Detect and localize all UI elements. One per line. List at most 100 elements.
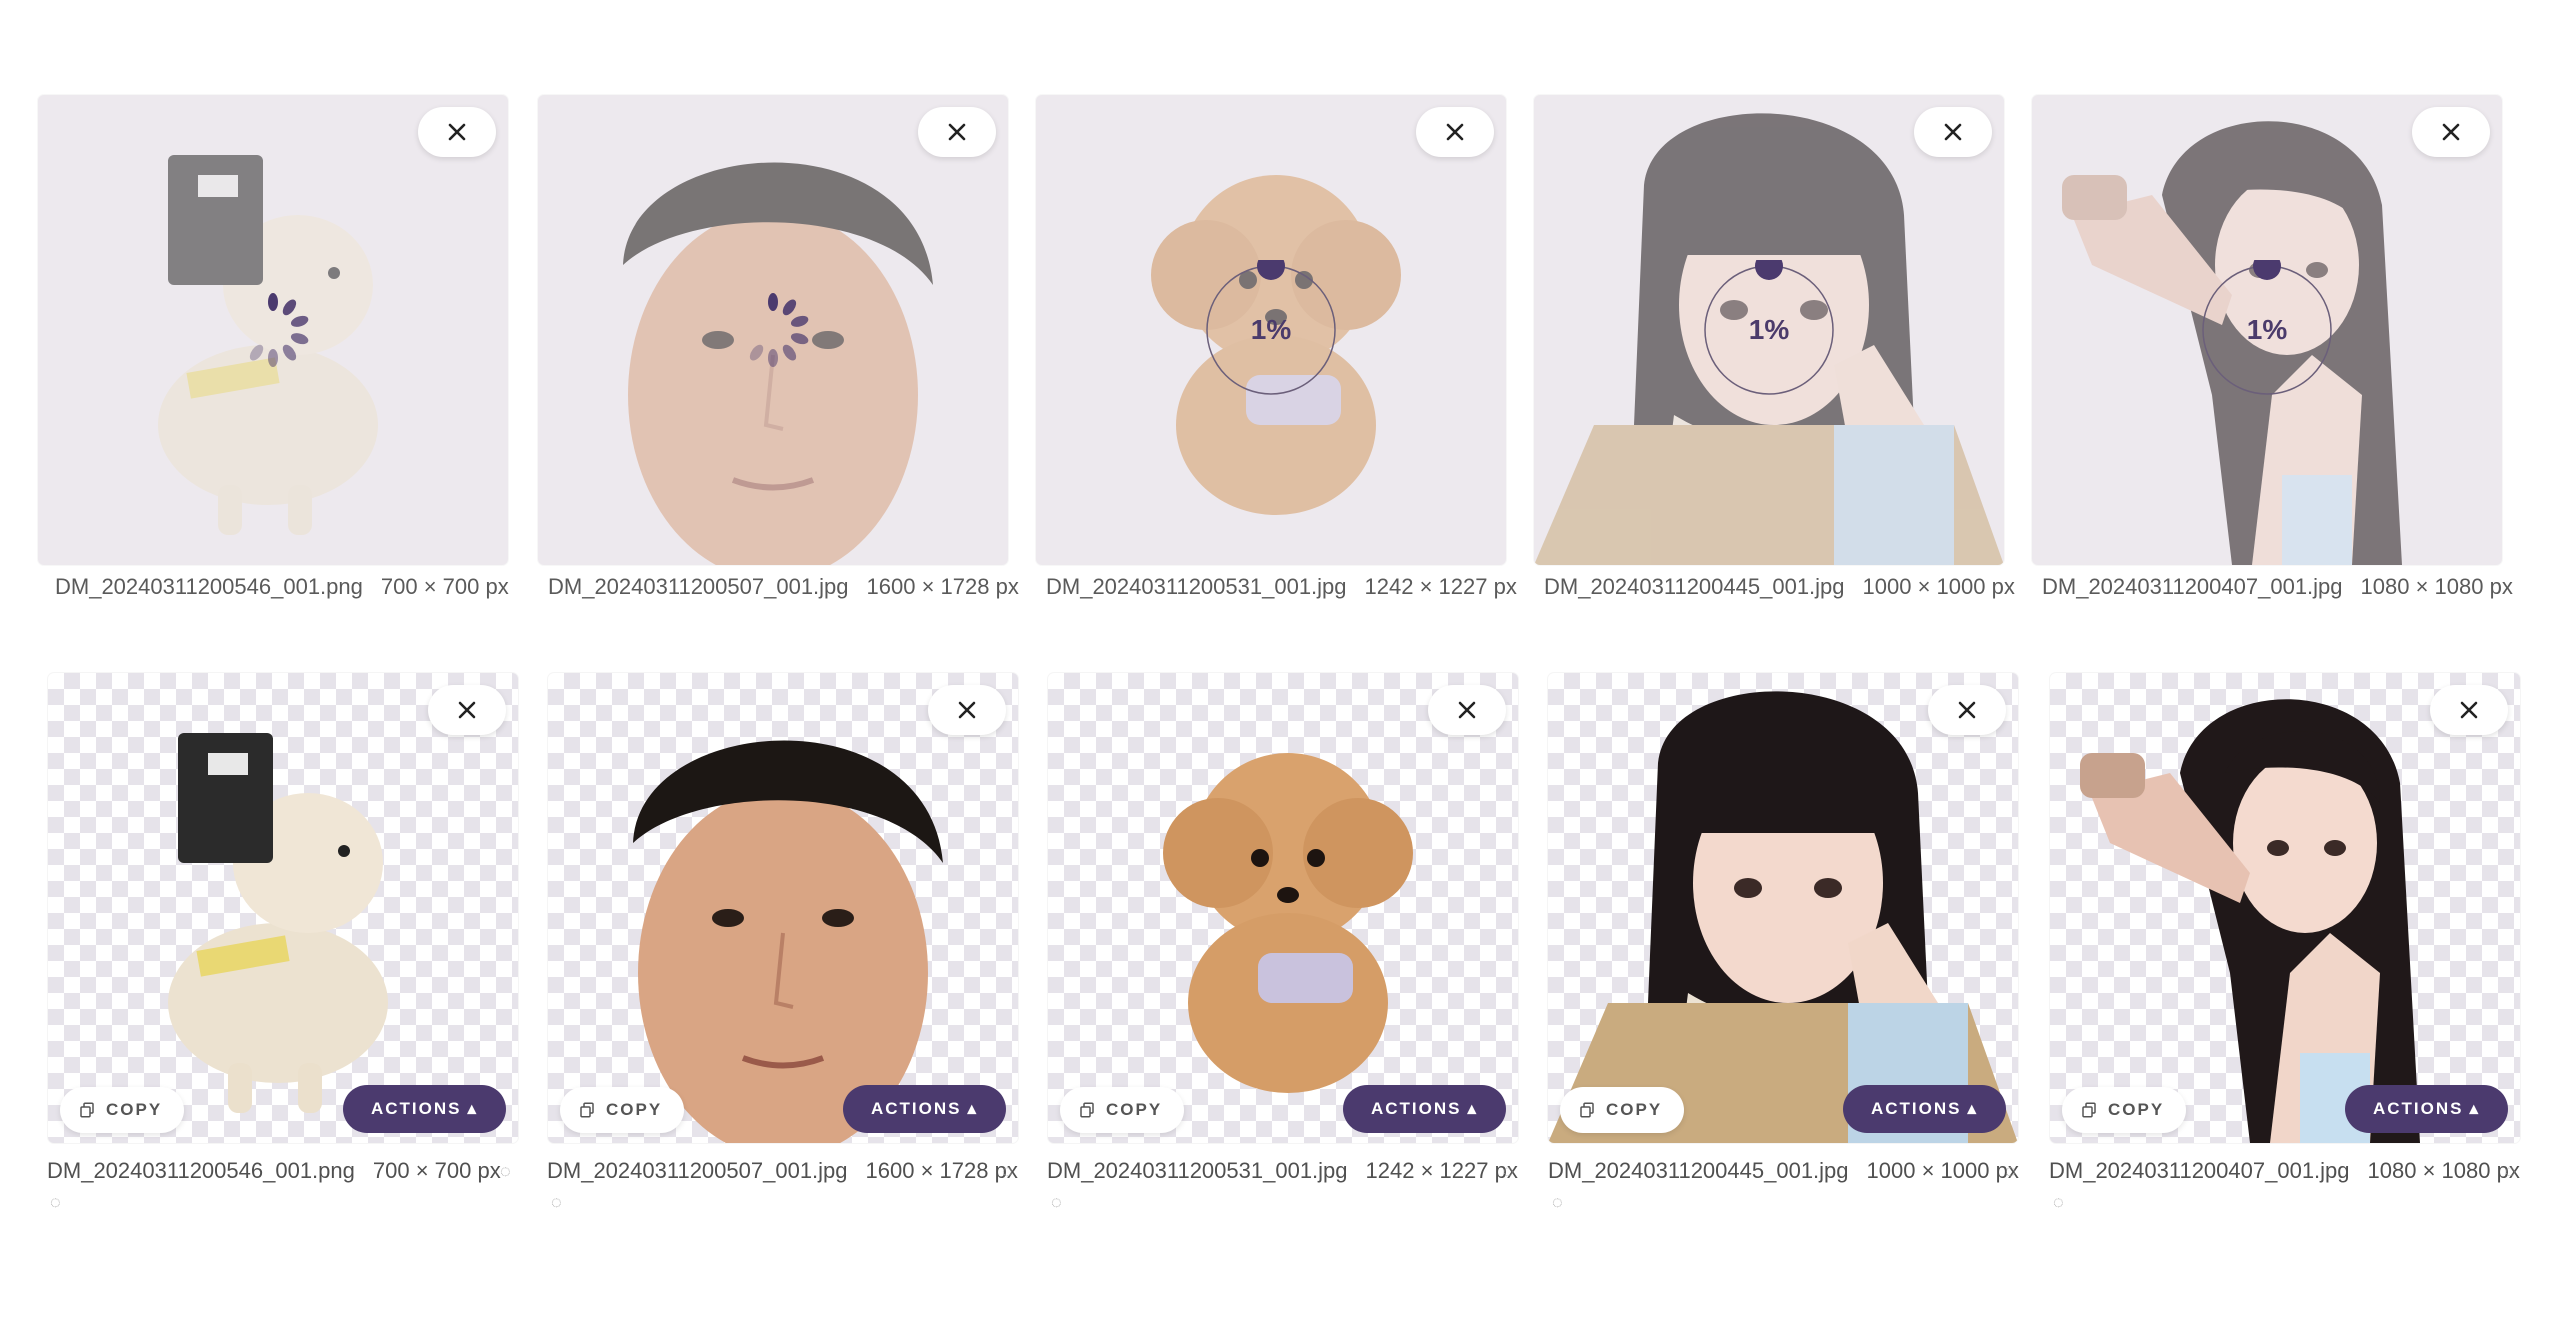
remove-button[interactable] bbox=[428, 685, 506, 735]
file-name: DM_20240311200507_001.jpg bbox=[547, 1158, 848, 1183]
file-caption: DM_20240311200445_001.jpg 1000 × 1000 px bbox=[1544, 574, 2015, 600]
status-spinner-icon: ◌ bbox=[50, 1192, 61, 1212]
file-name: DM_20240311200407_001.jpg bbox=[2042, 574, 2343, 599]
copy-button[interactable]: COPY bbox=[1560, 1087, 1685, 1133]
cutout-image bbox=[548, 673, 1018, 1143]
remove-button[interactable] bbox=[918, 107, 996, 157]
progress-percent: 1% bbox=[2246, 314, 2288, 345]
status-spinner-icon: ◌ bbox=[1051, 1192, 1062, 1212]
status-spinner-icon: ◌ bbox=[500, 1161, 511, 1181]
file-name: DM_20240311200445_001.jpg bbox=[1544, 574, 1845, 599]
remove-button[interactable] bbox=[1914, 107, 1992, 157]
caret-up-icon: ▴ bbox=[1467, 1099, 1478, 1118]
actions-button[interactable]: ACTIONS ▴ bbox=[1342, 1085, 1506, 1133]
remove-button[interactable] bbox=[2430, 685, 2508, 735]
card-loading-2 bbox=[538, 95, 1008, 565]
file-name: DM_20240311200531_001.jpg bbox=[1046, 574, 1347, 599]
loading-spinner-icon bbox=[233, 290, 313, 370]
file-caption: DM_20240311200546_001.png 700 × 700 px bbox=[47, 1158, 501, 1184]
actions-label: ACTIONS bbox=[1370, 1099, 1462, 1118]
copy-button[interactable]: COPY bbox=[560, 1087, 685, 1133]
card-loading-5: 1% bbox=[2032, 95, 2502, 565]
caret-up-icon: ▴ bbox=[1967, 1099, 1978, 1118]
copy-icon bbox=[1578, 1101, 1596, 1119]
status-spinner-icon: ◌ bbox=[2005, 1161, 2016, 1181]
file-name: DM_20240311200445_001.jpg bbox=[1548, 1158, 1849, 1183]
copy-button[interactable]: COPY bbox=[2062, 1087, 2187, 1133]
card-result-3: COPY ACTIONS ▴ bbox=[1048, 673, 1518, 1143]
actions-button[interactable]: ACTIONS ▴ bbox=[2344, 1085, 2508, 1133]
remove-button[interactable] bbox=[928, 685, 1006, 735]
close-icon bbox=[2439, 120, 2463, 144]
status-spinner-icon: ◌ bbox=[2053, 1192, 2064, 1212]
loading-spinner-icon bbox=[733, 290, 813, 370]
progress-percent: 1% bbox=[1748, 314, 1790, 345]
copy-icon bbox=[578, 1101, 596, 1119]
card-result-5: COPY ACTIONS ▴ bbox=[2050, 673, 2520, 1143]
actions-label: ACTIONS bbox=[1870, 1099, 1962, 1118]
progress-ring: 1% bbox=[2197, 252, 2337, 400]
copy-label: COPY bbox=[1606, 1100, 1663, 1119]
file-name: DM_20240311200507_001.jpg bbox=[548, 574, 849, 599]
status-spinner-icon: ◌ bbox=[1503, 1161, 1514, 1181]
card-loading-1 bbox=[38, 95, 508, 565]
file-caption: DM_20240311200407_001.jpg 1080 × 1080 px bbox=[2042, 574, 2513, 600]
caret-up-icon: ▴ bbox=[967, 1099, 978, 1118]
copy-button[interactable]: COPY bbox=[1060, 1087, 1185, 1133]
copy-label: COPY bbox=[106, 1100, 163, 1119]
remove-button[interactable] bbox=[1928, 685, 2006, 735]
close-icon bbox=[1941, 120, 1965, 144]
actions-button[interactable]: ACTIONS ▴ bbox=[1842, 1085, 2006, 1133]
close-icon bbox=[2457, 698, 2481, 722]
file-dimensions: 1000 × 1000 px bbox=[1866, 1158, 2019, 1183]
copy-label: COPY bbox=[2108, 1100, 2165, 1119]
file-name: DM_20240311200546_001.png bbox=[55, 574, 363, 599]
card-loading-3: 1% bbox=[1036, 95, 1506, 565]
file-name: DM_20240311200531_001.jpg bbox=[1047, 1158, 1348, 1183]
caret-up-icon: ▴ bbox=[467, 1099, 478, 1118]
card-loading-4: 1% bbox=[1534, 95, 2004, 565]
cutout-image bbox=[2050, 673, 2520, 1143]
file-caption: DM_20240311200507_001.jpg 1600 × 1728 px bbox=[547, 1158, 1018, 1184]
file-dimensions: 700 × 700 px bbox=[380, 574, 509, 599]
close-icon bbox=[955, 698, 979, 722]
file-dimensions: 1242 × 1227 px bbox=[1365, 1158, 1518, 1183]
file-caption: DM_20240311200407_001.jpg 1080 × 1080 px bbox=[2049, 1158, 2520, 1184]
file-dimensions: 1080 × 1080 px bbox=[2360, 574, 2513, 599]
copy-button[interactable]: COPY bbox=[60, 1087, 185, 1133]
close-icon bbox=[1455, 698, 1479, 722]
file-dimensions: 1242 × 1227 px bbox=[1364, 574, 1517, 599]
caret-up-icon: ▴ bbox=[2469, 1099, 2480, 1118]
status-spinner-icon: ◌ bbox=[551, 1192, 562, 1212]
progress-percent: 1% bbox=[1250, 314, 1292, 345]
close-icon bbox=[1955, 698, 1979, 722]
file-caption: DM_20240311200531_001.jpg 1242 × 1227 px bbox=[1046, 574, 1517, 600]
card-result-1: COPY ACTIONS ▴ bbox=[48, 673, 518, 1143]
remove-button[interactable] bbox=[2412, 107, 2490, 157]
close-icon bbox=[1443, 120, 1467, 144]
file-dimensions: 1000 × 1000 px bbox=[1862, 574, 2015, 599]
file-name: DM_20240311200546_001.png bbox=[47, 1158, 355, 1183]
cutout-image bbox=[48, 673, 518, 1143]
actions-button[interactable]: ACTIONS ▴ bbox=[342, 1085, 506, 1133]
actions-label: ACTIONS bbox=[870, 1099, 962, 1118]
copy-label: COPY bbox=[606, 1100, 663, 1119]
copy-icon bbox=[2080, 1101, 2098, 1119]
copy-icon bbox=[78, 1101, 96, 1119]
progress-ring: 1% bbox=[1201, 252, 1341, 400]
progress-ring: 1% bbox=[1699, 252, 1839, 400]
remove-button[interactable] bbox=[1428, 685, 1506, 735]
copy-label: COPY bbox=[1106, 1100, 1163, 1119]
card-result-2: COPY ACTIONS ▴ bbox=[548, 673, 1018, 1143]
status-spinner-icon: ◌ bbox=[1002, 1161, 1013, 1181]
file-name: DM_20240311200407_001.jpg bbox=[2049, 1158, 2350, 1183]
file-dimensions: 700 × 700 px bbox=[372, 1158, 501, 1183]
status-spinner-icon: ◌ bbox=[2505, 1161, 2516, 1181]
file-dimensions: 1600 × 1728 px bbox=[865, 1158, 1018, 1183]
remove-button[interactable] bbox=[418, 107, 496, 157]
close-icon bbox=[445, 120, 469, 144]
file-caption: DM_20240311200507_001.jpg 1600 × 1728 px bbox=[548, 574, 1019, 600]
actions-label: ACTIONS bbox=[370, 1099, 462, 1118]
remove-button[interactable] bbox=[1416, 107, 1494, 157]
actions-button[interactable]: ACTIONS ▴ bbox=[842, 1085, 1006, 1133]
